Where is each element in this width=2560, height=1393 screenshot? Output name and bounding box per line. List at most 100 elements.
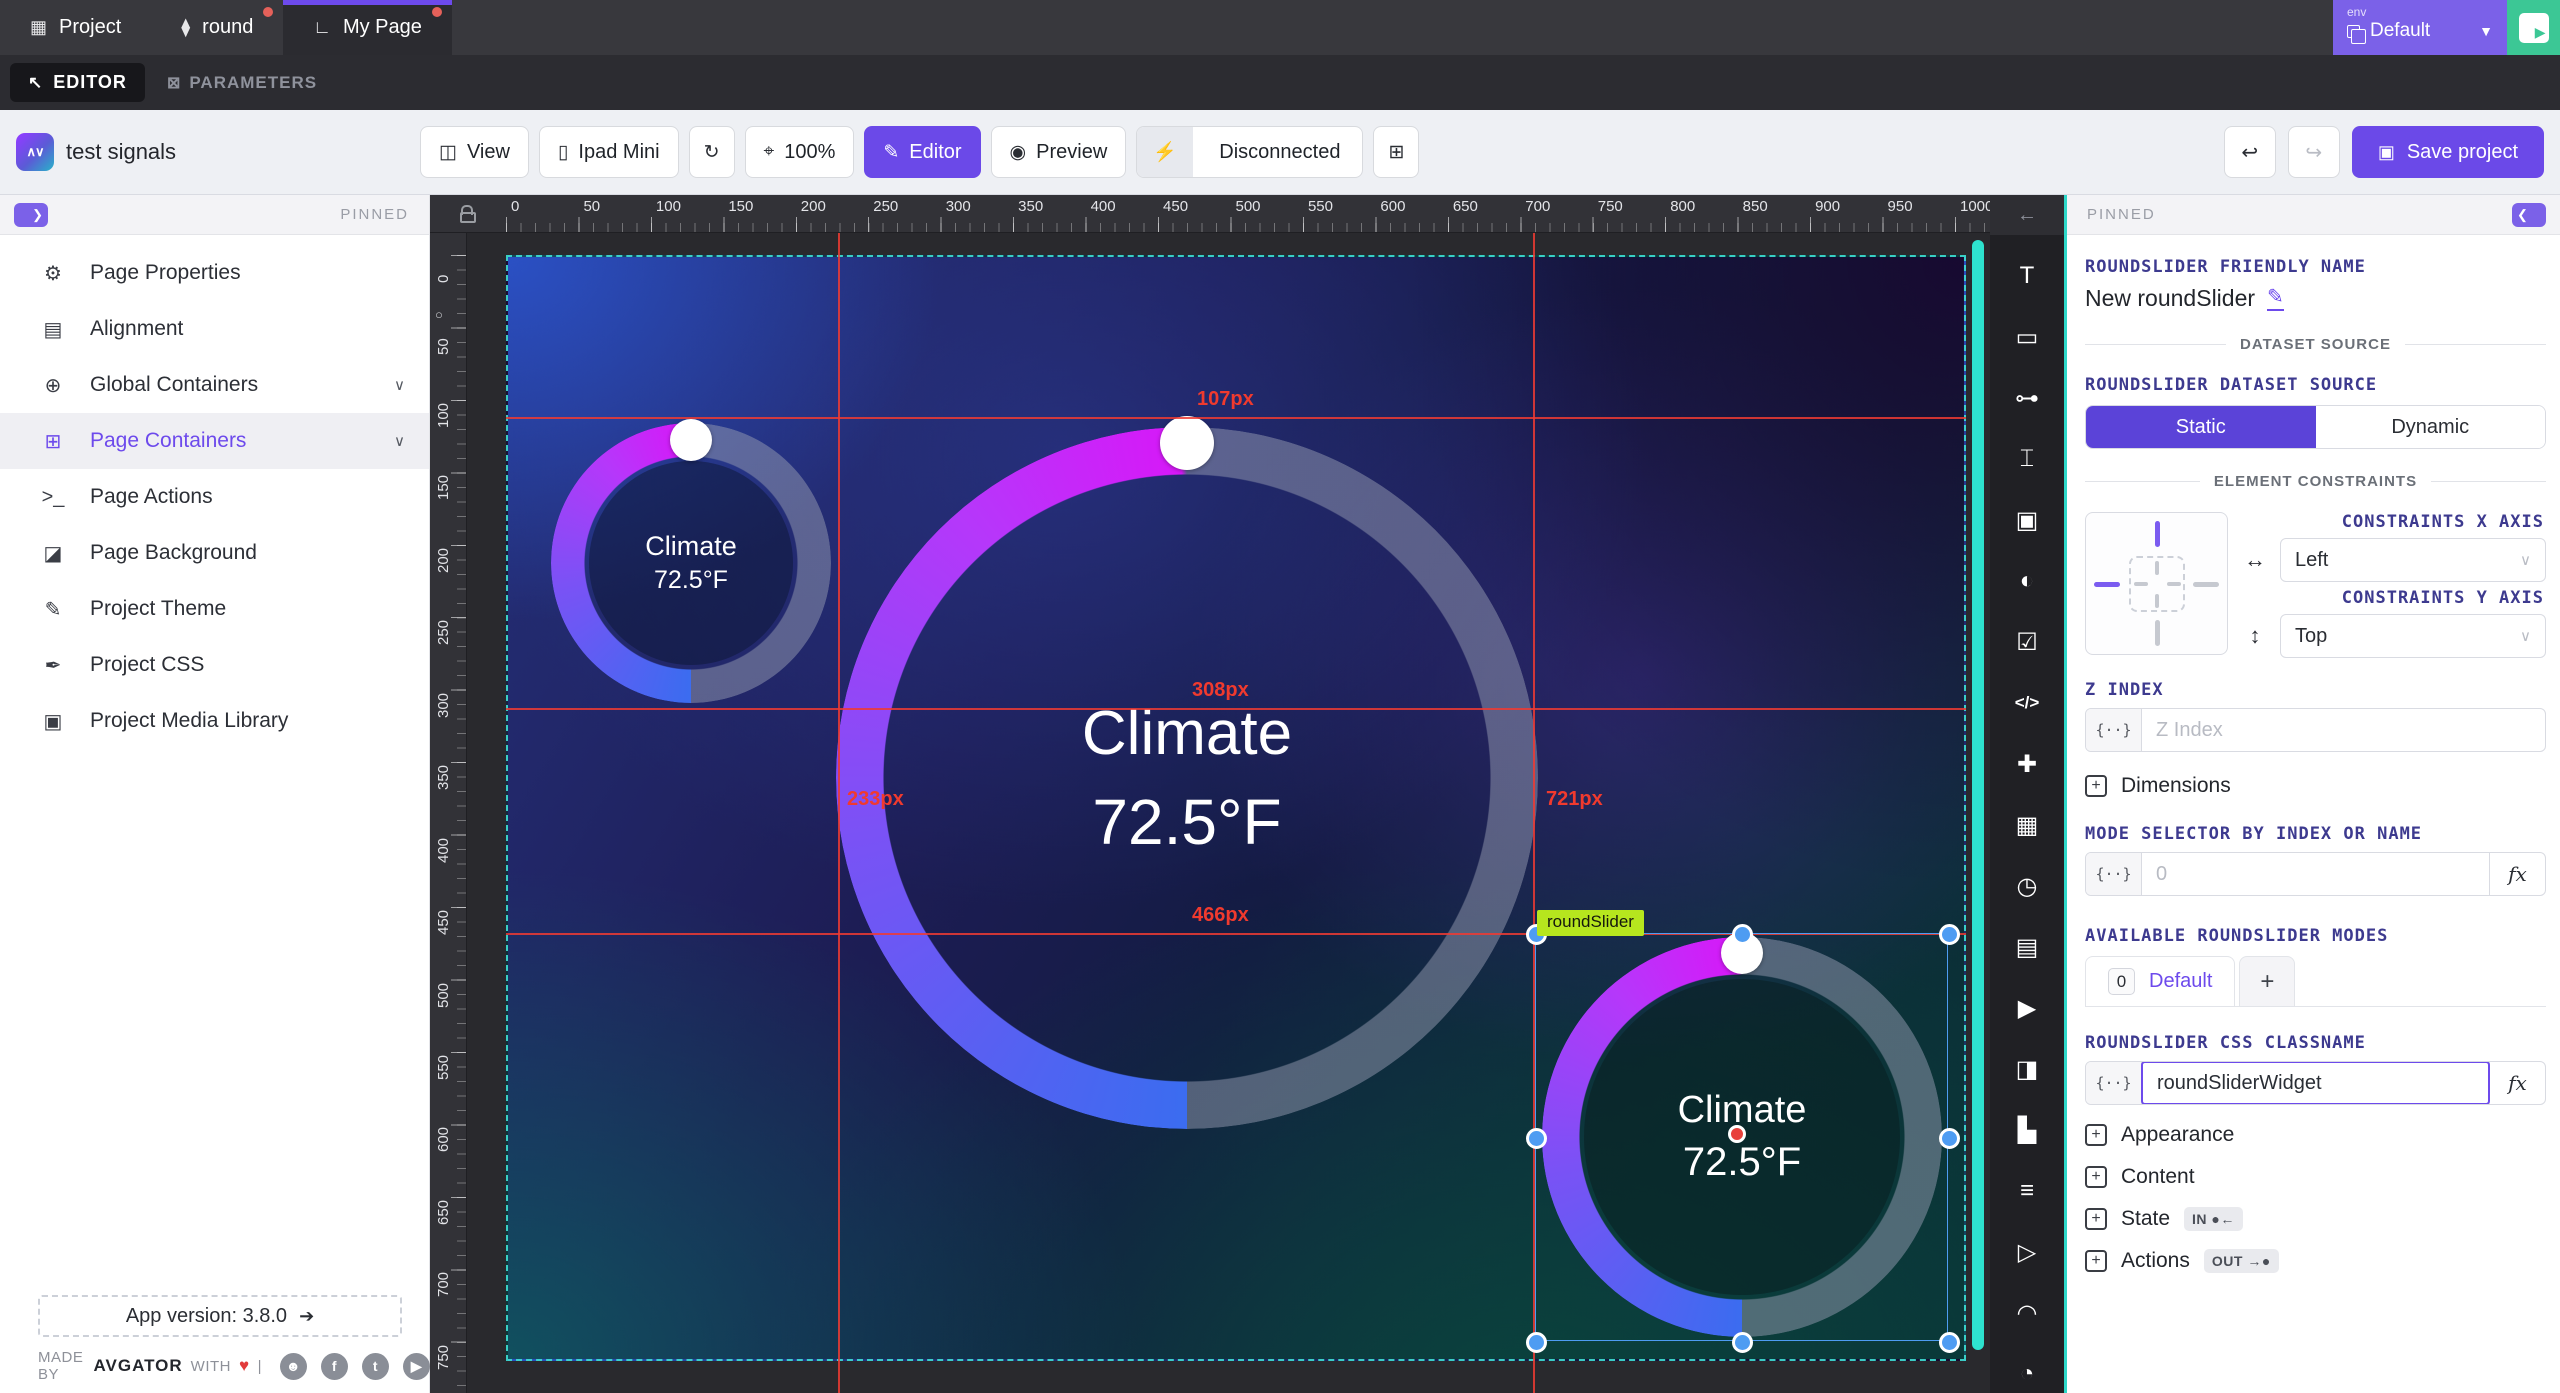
twitter-icon[interactable]: t: [362, 1353, 389, 1380]
ruler-vertical[interactable]: ○ 05010015020025030035040045050055060065…: [430, 233, 467, 1393]
layout-widget-icon[interactable]: ▙: [2007, 1111, 2047, 1149]
binding-icon[interactable]: {··}: [2086, 709, 2142, 751]
ruler-corner[interactable]: [430, 195, 505, 233]
classname-input[interactable]: roundSliderWidget: [2141, 1061, 2490, 1105]
video-widget-icon[interactable]: ▷: [2007, 1233, 2047, 1271]
selection-handle[interactable]: [1526, 1128, 1547, 1149]
mode-tab-default[interactable]: 0 Default: [2085, 956, 2235, 1006]
toggle-widget-icon[interactable]: ◐: [2007, 562, 2047, 600]
window-tab-round[interactable]: ⧫round: [151, 0, 283, 55]
sidebar-item-project-theme[interactable]: ✎Project Theme: [0, 581, 429, 637]
constraint-bottom-bar[interactable]: [2155, 620, 2160, 646]
sidebar-item-page-background[interactable]: ◪Page Background: [0, 525, 429, 581]
code-widget-icon[interactable]: </>: [2007, 684, 2047, 722]
youtube-icon[interactable]: ▶: [403, 1353, 430, 1380]
round-slider-widget-icon[interactable]: ◔: [2007, 1355, 2047, 1393]
sidebar-item-page-properties[interactable]: ⚙Page Properties: [0, 245, 429, 301]
preview-button[interactable]: ◉ Preview: [991, 126, 1127, 178]
environment-selector[interactable]: env Default ▼: [2333, 0, 2507, 55]
inspector-collapse-button[interactable]: ❮: [2512, 203, 2546, 227]
constraint-right-bar[interactable]: [2193, 582, 2219, 587]
connection-status-button[interactable]: ⚡ Disconnected: [1136, 126, 1363, 178]
selection-handle[interactable]: [1939, 1332, 1960, 1353]
sidebar-item-page-actions[interactable]: >_Page Actions: [0, 469, 429, 525]
rotate-device-button[interactable]: ↻: [689, 126, 735, 178]
dimensions-expander[interactable]: + Dimensions: [2085, 774, 2546, 798]
clock-widget-icon[interactable]: ◷: [2007, 867, 2047, 905]
section-appearance-expander[interactable]: +Appearance: [2085, 1123, 2546, 1147]
editor-mode-label: EDITOR: [53, 72, 127, 93]
section-content-expander[interactable]: +Content: [2085, 1165, 2546, 1189]
constraint-left-bar[interactable]: [2094, 582, 2120, 587]
canvas-settings-button[interactable]: ⊞: [1373, 126, 1419, 178]
selection-handle[interactable]: [1939, 1128, 1960, 1149]
static-option[interactable]: Static: [2086, 406, 2316, 448]
parameters-mode-tab[interactable]: ⊠ PARAMETERS: [167, 73, 317, 93]
gamepad-widget-icon[interactable]: ✚: [2007, 745, 2047, 783]
fx-button[interactable]: fx: [2489, 853, 2545, 895]
canvas-scrollbar[interactable]: [1972, 240, 1984, 1350]
sidebar-pinned-label: PINNED: [340, 206, 409, 223]
run-button[interactable]: ▶: [2507, 0, 2560, 55]
sidebar-item-global-containers[interactable]: ⊕Global Containers∨: [0, 357, 429, 413]
sidebar-item-project-media-library[interactable]: ▣Project Media Library: [0, 693, 429, 749]
mode-selector-input[interactable]: 0: [2142, 853, 2489, 895]
sidebar-pin-toggle[interactable]: ❯: [14, 203, 48, 227]
selection-handle[interactable]: [1732, 924, 1753, 945]
list-widget-icon[interactable]: ≡: [2007, 1172, 2047, 1210]
window-tab-my-page[interactable]: ∟My Page: [283, 0, 452, 55]
text-input-widget-icon[interactable]: ⌶: [2007, 440, 2047, 478]
z-index-input[interactable]: Z Index: [2142, 709, 2545, 751]
selection-handle[interactable]: [1526, 1332, 1547, 1353]
facebook-icon[interactable]: f: [321, 1353, 348, 1380]
view-button[interactable]: ◫ View: [420, 126, 529, 178]
section-actions-expander[interactable]: +ActionsOUT →●: [2085, 1249, 2546, 1273]
binding-icon[interactable]: {··}: [2086, 853, 2142, 895]
ruler-horizontal[interactable]: 0501001502002503003504004505005506006507…: [505, 195, 1990, 233]
slider-handle[interactable]: [1160, 416, 1214, 470]
roundslider-widget-small[interactable]: Climate 72.5°F: [551, 423, 831, 703]
sidebar-item-project-css[interactable]: ✒Project CSS: [0, 637, 429, 693]
y-axis-value: Top: [2295, 625, 2327, 648]
arc-widget-icon[interactable]: ◠: [2007, 1294, 2047, 1332]
slider-widget-icon[interactable]: ⊶: [2007, 379, 2047, 417]
binding-icon[interactable]: {··}: [2086, 1062, 2142, 1104]
text-widget-icon[interactable]: T: [2007, 257, 2047, 295]
discord-icon[interactable]: ☻: [280, 1353, 307, 1380]
fx-button[interactable]: fx: [2489, 1062, 2545, 1104]
selection-tag[interactable]: roundSlider: [1537, 910, 1644, 936]
image-widget-icon[interactable]: ▣: [2007, 501, 2047, 539]
app-version-box[interactable]: App version: 3.8.0 ➔: [38, 1295, 402, 1337]
undo-button[interactable]: ↩: [2224, 126, 2276, 178]
add-mode-button[interactable]: +: [2239, 956, 2295, 1006]
constraints-widget[interactable]: [2085, 512, 2228, 655]
edit-name-icon[interactable]: ✎: [2267, 287, 2284, 311]
x-axis-select[interactable]: Left ∨: [2280, 538, 2546, 582]
redo-button[interactable]: ↪: [2288, 126, 2340, 178]
sidebar-item-page-containers[interactable]: ⊞Page Containers∨: [0, 413, 429, 469]
selection-anchor-dot: [1728, 1125, 1746, 1143]
card-widget-icon[interactable]: ◨: [2007, 1050, 2047, 1088]
media-window-widget-icon[interactable]: ▶: [2007, 989, 2047, 1027]
droplet-icon: ⧫: [181, 17, 190, 38]
checkbox-widget-icon[interactable]: ☑: [2007, 623, 2047, 661]
selection-handle[interactable]: [1732, 1332, 1753, 1353]
window-tab-project[interactable]: ▦Project: [0, 0, 151, 55]
save-project-button[interactable]: ▣ Save project: [2352, 126, 2544, 178]
constraint-top-bar[interactable]: [2155, 521, 2160, 547]
zoom-button[interactable]: ⌖ 100%: [745, 126, 855, 178]
sidebar-item-alignment[interactable]: ▤Alignment: [0, 301, 429, 357]
dynamic-option[interactable]: Dynamic: [2316, 406, 2546, 448]
button-widget-icon[interactable]: ▭: [2007, 318, 2047, 356]
widget-toolbar-back[interactable]: ←: [1990, 195, 2064, 235]
selection-handle[interactable]: [1939, 924, 1960, 945]
section-state-expander[interactable]: +StateIN ●←: [2085, 1207, 2546, 1231]
slider-handle[interactable]: [670, 419, 712, 461]
editor-mode-tab[interactable]: ↖ EDITOR: [10, 63, 145, 102]
calendar-widget-icon[interactable]: ▤: [2007, 928, 2047, 966]
editor-view-button[interactable]: ✎ Editor: [864, 126, 980, 178]
keypad-widget-icon[interactable]: ▦: [2007, 806, 2047, 844]
y-axis-select[interactable]: Top ∨: [2280, 614, 2546, 658]
roundslider-widget-large[interactable]: Climate 72.5°F: [836, 427, 1538, 1129]
device-button[interactable]: ▯ Ipad Mini: [539, 126, 679, 178]
